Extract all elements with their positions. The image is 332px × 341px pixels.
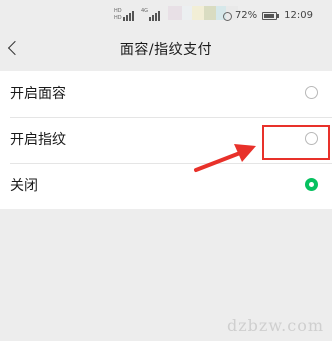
watermark: dzbzw.com [227, 316, 324, 335]
status-right: 72% 12:09 [222, 10, 313, 22]
clock: 12:09 [284, 10, 313, 21]
option-label: 关闭 [10, 178, 38, 194]
option-row-off[interactable]: 关闭 [0, 163, 332, 209]
radio-checked-icon[interactable] [305, 178, 318, 191]
annotation-arrow-icon [194, 144, 256, 172]
option-label: 开启面容 [10, 86, 66, 102]
battery-icon [262, 12, 280, 20]
battery-percent: 72% [234, 10, 258, 21]
alarm-icon [222, 11, 232, 21]
nav-bar: 面容/指纹支付 [0, 34, 332, 66]
status-bar: HD HD 4G 72% 12:09 [0, 0, 332, 34]
radio-unchecked-icon[interactable] [305, 86, 318, 99]
annotation-highlight-box [262, 125, 330, 160]
page-title: 面容/指纹支付 [119, 42, 213, 58]
option-label: 开启指纹 [10, 132, 66, 148]
option-row-face[interactable]: 开启面容 [0, 71, 332, 117]
signal-icon: HD HD 4G [114, 8, 166, 22]
